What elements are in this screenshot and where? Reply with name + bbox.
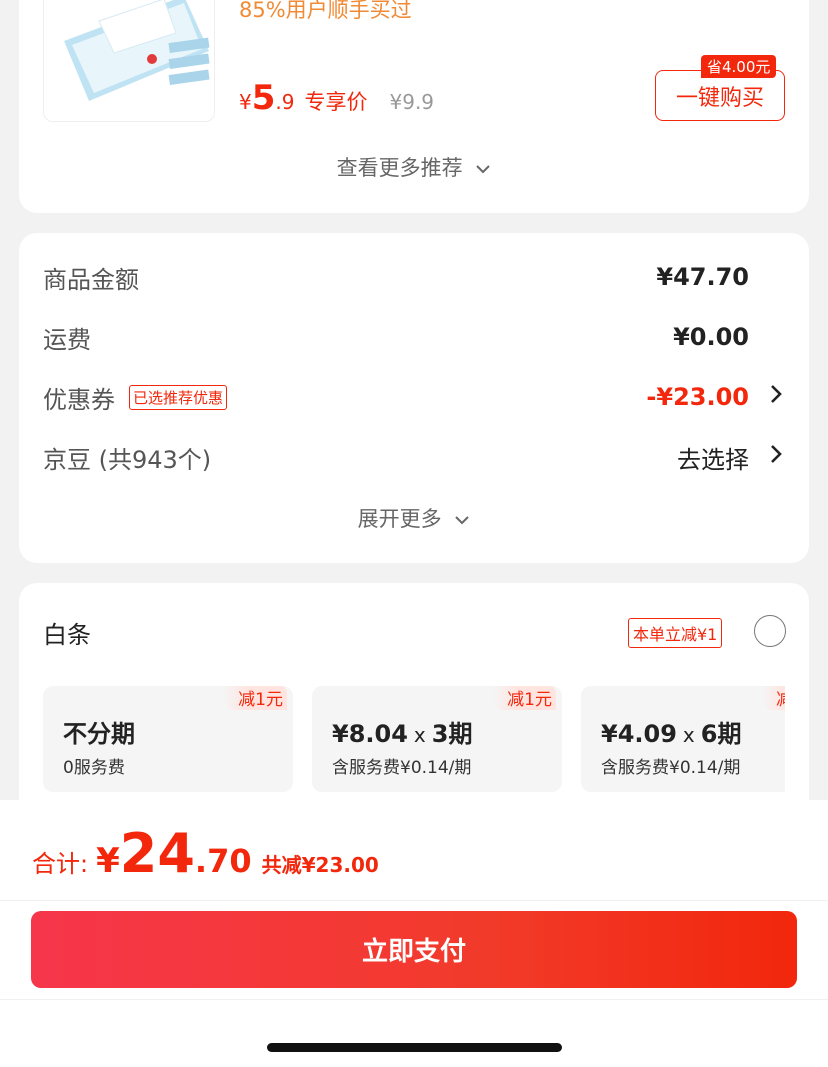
coupon-tag: 已选推荐优惠 <box>129 384 228 410</box>
save-badge: 省4.00元 <box>701 55 777 78</box>
plan-periods: 6期 <box>700 720 742 748</box>
goods-amount-row: 商品金额 ¥47.70 <box>43 257 749 297</box>
coupon-label: 优惠券 <box>43 385 115 414</box>
plan-amount: ¥4.09 <box>601 720 677 748</box>
order-summary-card: 商品金额 ¥47.70 运费 ¥0.00 优惠券 已选推荐优惠 -¥23.00 京… <box>19 233 809 563</box>
shipping-label: 运费 <box>43 325 91 354</box>
coupon-value: -¥23.00 <box>646 383 749 411</box>
original-price: ¥9.9 <box>389 90 435 114</box>
goods-amount-label: 商品金额 <box>43 265 139 294</box>
more-recommendations-link[interactable]: 查看更多推荐 <box>19 152 809 182</box>
shipping-value: ¥0.00 <box>673 323 749 351</box>
plan-discount-badge: 减1元 <box>224 686 287 710</box>
shipping-row: 运费 ¥0.00 <box>43 317 749 357</box>
baitiao-promo-tag: 本单立减¥1 <box>628 618 723 648</box>
coupon-row[interactable]: 优惠券 已选推荐优惠 -¥23.00 <box>43 377 749 417</box>
plan-multiplier: x <box>413 723 426 747</box>
home-indicator[interactable] <box>267 1043 562 1052</box>
expand-more-link[interactable]: 展开更多 <box>19 503 809 533</box>
plan-fee: 含服务费¥0.14/期 <box>332 758 472 778</box>
total-saved: 共减¥23.00 <box>261 853 379 877</box>
jd-beans-label: 京豆 (共943个) <box>43 445 212 474</box>
total-label: 合计: <box>32 850 89 878</box>
coupon-label-group: 优惠券 已选推荐优惠 <box>43 380 228 415</box>
goods-amount-value: ¥47.70 <box>656 263 749 291</box>
plan-discount-badge: 减1元 <box>762 686 785 710</box>
chevron-right-icon[interactable] <box>769 383 783 411</box>
plan-amount: ¥8.04 <box>332 720 408 748</box>
price-decimal: .9 <box>275 90 295 114</box>
plan-multiplier: x <box>682 723 695 747</box>
plan-amount-line: 不分期 <box>63 714 135 749</box>
more-recommendations-label: 查看更多推荐 <box>336 156 463 180</box>
price-symbol: ¥ <box>239 90 252 114</box>
chevron-down-icon <box>476 165 491 174</box>
plan-amount-line: ¥4.09 x 6期 <box>601 714 741 749</box>
plan-periods: 3期 <box>431 720 473 748</box>
plan-amount-line: ¥8.04 x 3期 <box>332 714 472 749</box>
product-image[interactable] <box>43 0 215 122</box>
recommendation-tag: 85%用户顺手买过 <box>239 0 412 22</box>
checkout-bar: 合计: ¥24.70 共减¥23.00 立即支付 <box>0 800 828 1067</box>
plan-discount-badge: 减1元 <box>493 686 556 710</box>
expand-more-label: 展开更多 <box>357 507 442 531</box>
installment-plan[interactable]: 减1元 ¥4.09x6期 含服务费¥0.14/期 <box>581 686 785 792</box>
jd-beans-row[interactable]: 京豆 (共943个) 去选择 <box>43 437 749 477</box>
plan-fee: 含服务费¥0.14/期 <box>601 758 741 778</box>
total-amount: 合计: ¥24.70 共减¥23.00 <box>32 822 379 885</box>
pay-now-button[interactable]: 立即支付 <box>31 911 797 988</box>
plan-fee: 0服务费 <box>63 758 125 778</box>
exclusive-price: ¥5.9 专享价 ¥9.9 <box>239 78 434 118</box>
chevron-right-icon[interactable] <box>769 443 783 471</box>
price-integer: 5 <box>251 78 276 118</box>
installment-plans: 减1元 不分期 0服务费 减1元 ¥8.04x3期 含服务费¥0.14/期 减1… <box>43 686 785 796</box>
divider <box>0 900 828 901</box>
plan-amount: 不分期 <box>63 720 135 748</box>
total-integer: 24 <box>119 822 195 885</box>
total-decimal: .70 <box>194 842 252 880</box>
chevron-down-icon <box>455 516 470 525</box>
price-label: 专享价 <box>304 90 368 114</box>
radio-icon[interactable] <box>754 615 786 647</box>
divider <box>0 999 828 1000</box>
installment-plan[interactable]: 减1元 ¥8.04 x 3期 含服务费¥0.14/期 <box>312 686 562 792</box>
recommendation-card: 85%用户顺手买过 ¥5.9 专享价 ¥9.9 一键购买 省4.00元 查看更多推荐 <box>19 0 809 213</box>
installment-plan[interactable]: 减1元 不分期 0服务费 <box>43 686 293 792</box>
jd-beans-select[interactable]: 去选择 <box>677 440 749 475</box>
total-symbol: ¥ <box>96 841 120 881</box>
baitiao-title: 白条 <box>43 621 91 649</box>
